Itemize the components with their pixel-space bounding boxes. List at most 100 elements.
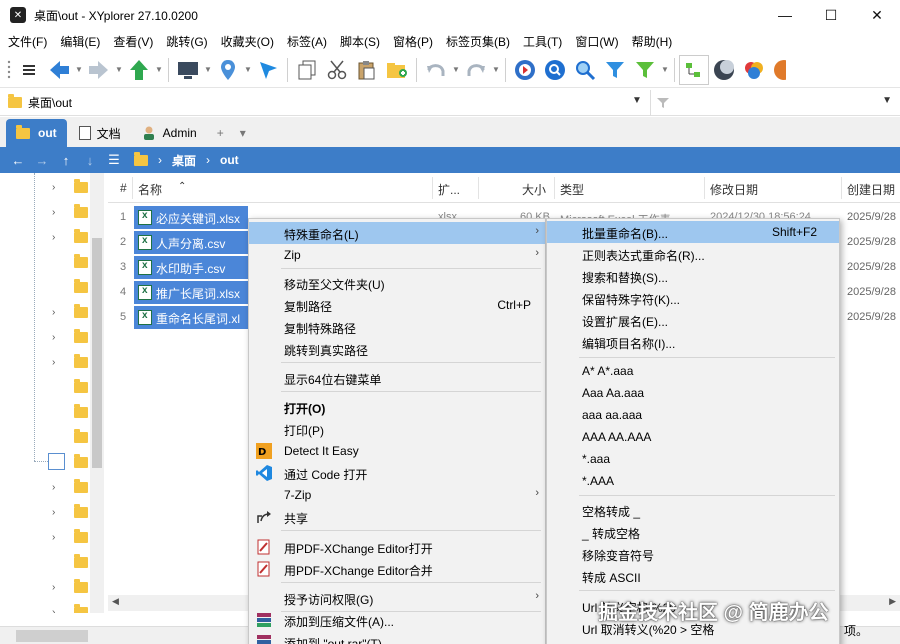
menu-item-add-to-archive[interactable]: 添加到压缩文件(A)...	[249, 609, 545, 631]
tree-node[interactable]: ›	[0, 225, 92, 250]
menu-item-to-ascii[interactable]: 转成 ASCII	[547, 565, 839, 587]
column-divider[interactable]	[841, 177, 842, 199]
back-dropdown-icon[interactable]: ▼	[74, 65, 84, 74]
tree-node[interactable]: ›	[0, 525, 92, 550]
chevron-right-icon[interactable]: ›	[52, 357, 55, 368]
scroll-right-icon[interactable]: ▶	[889, 596, 896, 607]
column-divider[interactable]	[132, 177, 133, 199]
menu-item-remove-diacritics[interactable]: 移除变音符号	[547, 543, 839, 565]
computer-icon[interactable]	[173, 55, 203, 85]
chevron-right-icon[interactable]: ›	[52, 332, 55, 343]
address-dropdown-icon[interactable]: ▼	[632, 95, 642, 106]
tree-node[interactable]: ›	[0, 600, 92, 613]
column-ext[interactable]: 扩...	[438, 181, 460, 198]
menu-item-pdf-xchange-open[interactable]: 用PDF-XChange Editor打开	[249, 536, 545, 558]
menu-item-set-extension[interactable]: 设置扩展名(E)...	[547, 309, 839, 331]
filter-box[interactable]: ▼	[650, 90, 900, 116]
menu-item-case-title[interactable]: Aaa Aa.aaa	[547, 382, 839, 404]
tree-node[interactable]: ›	[0, 350, 92, 375]
tree-node[interactable]	[0, 375, 92, 400]
column-created[interactable]: 创建日期	[847, 181, 895, 198]
menu-item-ext-lower[interactable]: *.aaa	[547, 448, 839, 470]
tree-node[interactable]	[0, 450, 92, 475]
goto-circle-icon[interactable]	[510, 55, 540, 85]
tree-node[interactable]: ›	[0, 325, 92, 350]
menu-item-copy-special-path[interactable]: 复制特殊路径	[249, 316, 545, 338]
menu-item-goto-real-path[interactable]: 跳转到真实路径	[249, 338, 545, 360]
paste-icon[interactable]	[352, 55, 382, 85]
basketball-icon[interactable]	[769, 55, 789, 85]
computer-dropdown-icon[interactable]: ▼	[203, 65, 213, 74]
minimize-button[interactable]: —	[762, 0, 808, 30]
filter-green-icon[interactable]	[630, 55, 660, 85]
undo-dropdown-icon[interactable]: ▼	[451, 65, 461, 74]
new-tab-button[interactable]: +	[209, 119, 232, 147]
forward-arrow-icon[interactable]	[84, 55, 114, 85]
menu-item-ext-upper[interactable]: *.AAA	[547, 470, 839, 492]
tab-out[interactable]: out	[6, 119, 67, 147]
address-bar[interactable]: 桌面\out ▼ ▼	[0, 90, 900, 116]
menu-item-pdf-xchange-merge[interactable]: 用PDF-XChange Editor合并	[249, 558, 545, 580]
column-divider[interactable]	[432, 177, 433, 199]
menu-item-add-to-out-rar[interactable]: 添加到 "out.rar"(T)	[249, 631, 545, 644]
chevron-right-icon[interactable]: ›	[52, 607, 55, 613]
filter-box-dropdown-icon[interactable]: ▼	[882, 95, 892, 106]
copy-icon[interactable]	[292, 55, 322, 85]
menu-item-keep-special-chars[interactable]: 保留特殊字符(K)...	[547, 287, 839, 309]
tab-list-dropdown-icon[interactable]: ▾	[232, 119, 254, 147]
chevron-right-icon[interactable]: ›	[52, 307, 55, 318]
breadcrumb-item-out[interactable]: out	[220, 153, 239, 167]
location-dropdown-icon[interactable]: ▼	[243, 65, 253, 74]
file-name[interactable]: 水印助手.csv	[156, 260, 225, 277]
tree-node[interactable]: ›	[0, 300, 92, 325]
menu-item-7zip[interactable]: 7-Zip ›	[249, 484, 545, 506]
menu-item-special-rename[interactable]: 特殊重命名(L) ›	[249, 222, 545, 244]
menu-help[interactable]: 帮助(H)	[628, 33, 677, 50]
file-name[interactable]: 人声分离.csv	[156, 235, 225, 252]
column-size[interactable]: 大小	[522, 181, 546, 198]
file-name[interactable]: 必应关键词.xlsx	[156, 210, 240, 227]
cursor-arrow-icon[interactable]	[253, 55, 283, 85]
menu-item-case-lower[interactable]: aaa aa.aaa	[547, 404, 839, 426]
redo-icon[interactable]	[461, 55, 491, 85]
menu-favorites[interactable]: 收藏夹(O)	[217, 33, 278, 50]
menu-item-open[interactable]: 打开(O)	[249, 396, 545, 418]
column-name[interactable]: 名称	[138, 181, 162, 198]
menu-item-underscore-to-space[interactable]: _ 转成空格	[547, 521, 839, 543]
filter-dropdown-icon[interactable]: ▼	[660, 65, 670, 74]
menu-item-zip[interactable]: Zip ›	[249, 244, 545, 266]
tree-node[interactable]: ›	[0, 500, 92, 525]
close-button[interactable]: ✕	[854, 0, 900, 30]
chevron-right-icon[interactable]: ›	[52, 532, 55, 543]
maximize-button[interactable]: ☐	[808, 0, 854, 30]
menu-scripting[interactable]: 脚本(S)	[336, 33, 384, 50]
forward-dropdown-icon[interactable]: ▼	[114, 65, 124, 74]
file-name[interactable]: 重命名长尾词.xl	[156, 310, 240, 327]
up-arrow-icon[interactable]	[124, 55, 154, 85]
tree-node[interactable]: ›	[0, 475, 92, 500]
tree-hscroll-thumb[interactable]	[16, 630, 88, 642]
chevron-right-icon[interactable]: ›	[52, 507, 55, 518]
menu-window[interactable]: 窗口(W)	[571, 33, 622, 50]
tree-node[interactable]: ›	[0, 575, 92, 600]
menu-item-search-replace[interactable]: 搜索和替换(S)...	[547, 265, 839, 287]
tree-scrollbar[interactable]	[90, 173, 104, 613]
tree-node[interactable]	[0, 400, 92, 425]
menu-go[interactable]: 跳转(G)	[162, 33, 211, 50]
menu-item-case-a-star[interactable]: A* A*.aaa	[547, 360, 839, 382]
menu-item-copy-path[interactable]: 复制路径 Ctrl+P	[249, 294, 545, 316]
main-menu-icon[interactable]	[14, 55, 44, 85]
color-circles-icon[interactable]	[739, 55, 769, 85]
down-icon[interactable]: ↓	[78, 153, 102, 168]
scroll-left-icon[interactable]: ◀	[112, 596, 119, 607]
menu-file[interactable]: 文件(F)	[4, 33, 51, 50]
chevron-right-icon[interactable]: ›	[52, 232, 55, 243]
column-num[interactable]: #	[120, 181, 127, 195]
column-divider[interactable]	[704, 177, 705, 199]
tree-node[interactable]: ›	[0, 200, 92, 225]
back-arrow-icon[interactable]	[44, 55, 74, 85]
tree-node[interactable]	[0, 275, 92, 300]
menu-item-case-upper[interactable]: AAA AA.AAA	[547, 426, 839, 448]
tree-toggle-icon[interactable]	[679, 54, 709, 85]
new-folder-icon[interactable]	[382, 55, 412, 85]
